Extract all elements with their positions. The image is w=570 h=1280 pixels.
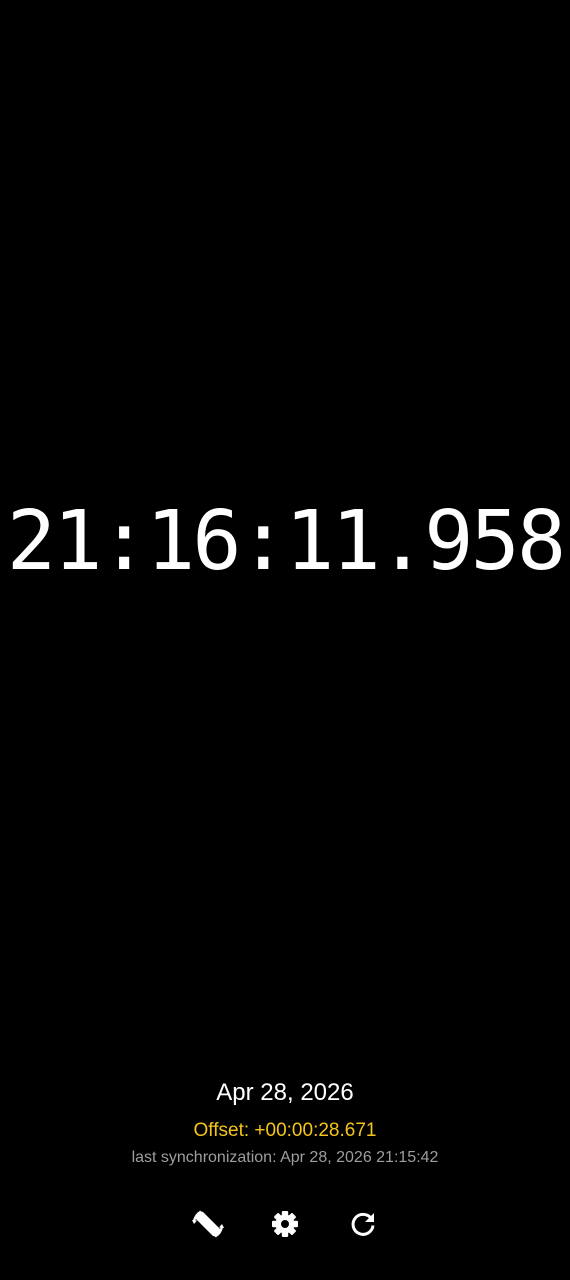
rotate-screen-button[interactable]: [186, 1202, 230, 1246]
date-label: Apr 28, 2026: [216, 1079, 354, 1106]
screen-rotation-icon: [189, 1205, 227, 1243]
clock-time: 21:16:11.958: [6, 494, 566, 589]
offset-label: Offset: +00:00:28.671: [193, 1120, 377, 1141]
gear-icon: [270, 1209, 300, 1239]
bottom-toolbar: [0, 1202, 570, 1246]
last-sync-label: last synchronization: Apr 28, 2026 21:15…: [131, 1149, 439, 1166]
settings-button[interactable]: [263, 1202, 307, 1246]
refresh-icon: [348, 1209, 378, 1239]
refresh-button[interactable]: [341, 1202, 385, 1246]
clock-display: 21:16:11.958: [0, 492, 570, 592]
